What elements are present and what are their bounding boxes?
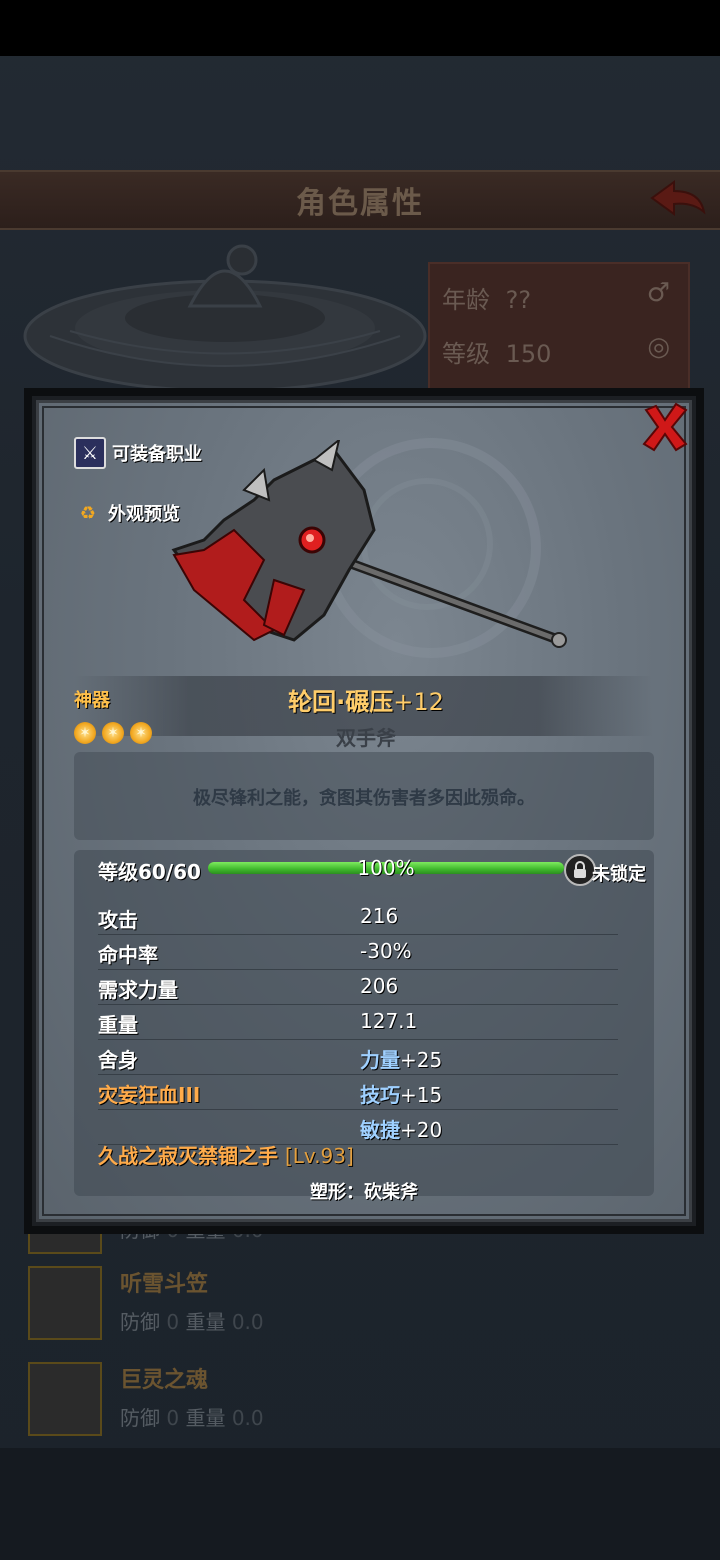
stat-value: 206 (360, 974, 399, 998)
back-arrow-icon[interactable] (648, 178, 708, 218)
defense-label: 防御 (120, 1406, 160, 1430)
level-progress-text: 100% (357, 856, 415, 880)
stat-label: 需求力量 (98, 978, 178, 1002)
padlock-icon (574, 861, 586, 878)
enhance-level: +12 (393, 688, 444, 716)
item-name: 巨灵之魂 (120, 1368, 209, 1393)
character-info-panel: 年龄 ?? ♂ 等级 150 ◎ (428, 262, 690, 406)
item-name: 听雪斗笠 (120, 1272, 209, 1297)
stat-value: -30% (360, 939, 412, 963)
defense-label: 防御 (120, 1310, 160, 1334)
set-name: 久战之寂灭禁锢之手 (98, 1144, 278, 1168)
skill-row: 舍身 力量+25 (98, 1040, 618, 1075)
skill-attr: 力量 (360, 1048, 400, 1072)
stat-label: 命中率 (98, 943, 158, 967)
defense-value: 0 (166, 1310, 180, 1334)
skill-attr: 敏捷 (360, 1118, 400, 1142)
weight-value: 0.0 (231, 1406, 264, 1430)
item-thumbnail (28, 1362, 102, 1436)
defense-value: 0 (166, 1406, 180, 1430)
star-icon: ✶ (102, 722, 124, 744)
description-box: 极尽锋利之能，贪图其伤害者多因此殒命。 (74, 752, 654, 840)
level-value-bg: 150 (505, 340, 552, 368)
skill-bonus: +15 (400, 1083, 443, 1107)
list-item[interactable]: 巨灵之魂 防御 0 重量 0.0 (28, 1362, 692, 1442)
stat-label: 攻击 (98, 908, 138, 932)
character-hat-art (23, 244, 427, 393)
age-label: 年龄 (442, 286, 490, 314)
set-info: 久战之寂灭禁锢之手 [Lv.93] (98, 1140, 354, 1169)
stat-row: 命中率 -30% (98, 935, 618, 970)
weapon-axe-art (171, 440, 567, 648)
stat-value: 216 (360, 904, 399, 928)
skill-label: 灾妄狂血III (98, 1083, 201, 1107)
weight-label: 重量 (185, 1406, 226, 1430)
weapon-name: 轮回·碾压+12 (186, 682, 546, 717)
skill-bonus: +25 (400, 1048, 443, 1072)
status-bar (0, 0, 720, 56)
lock-status-label[interactable]: 未锁定 (592, 860, 646, 886)
skill-row: 灾妄狂血III 技巧+15 (98, 1075, 618, 1110)
list-item[interactable]: 听雪斗笠 防御 0 重量 0.0 (28, 1266, 692, 1346)
stat-row: 需求力量 206 (98, 970, 618, 1005)
ring-icon: ◎ (647, 332, 670, 362)
page-title: 角色属性 (296, 186, 424, 221)
skill-attr: 技巧 (360, 1083, 400, 1107)
close-icon[interactable] (638, 400, 692, 454)
male-icon: ♂ (646, 278, 670, 308)
item-level-label: 等级60/60 (98, 860, 201, 884)
description-text: 极尽锋利之能，贪图其伤害者多因此殒命。 (193, 788, 535, 809)
stat-row: 重量 127.1 (98, 1005, 618, 1040)
weapon-type: 双手斧 (336, 726, 396, 750)
star-icon: ✶ (130, 722, 152, 744)
level-label-bg: 等级 (442, 340, 490, 368)
stat-row: 攻击 216 (98, 900, 618, 935)
age-value: ?? (505, 286, 532, 314)
stat-value: 127.1 (360, 1009, 418, 1033)
bottom-bar (0, 1448, 720, 1560)
weight-value: 0.0 (231, 1310, 264, 1334)
crossed-swords-icon: ⚔ (74, 437, 106, 469)
star-rating: ✶ ✶ ✶ (74, 722, 152, 744)
star-icon: ✶ (74, 722, 96, 744)
item-detail-modal: ⚔ 可装备职业 ♻ 外观预览 神器 ✶ ✶ ✶ 轮回·碾压+12 双手斧 极尽锋… (32, 396, 696, 1226)
weight-label: 重量 (185, 1310, 226, 1334)
item-thumbnail (28, 1266, 102, 1340)
rarity-label: 神器 (74, 690, 110, 711)
weapon-name-text: 轮回·碾压 (288, 688, 394, 716)
skill-bonus: +20 (400, 1118, 443, 1142)
skill-label: 舍身 (98, 1048, 138, 1072)
stat-label: 重量 (98, 1013, 138, 1037)
reshape-info: 塑形：砍柴斧 (310, 1182, 418, 1203)
set-level: [Lv.93] (284, 1144, 354, 1168)
hanger-icon: ♻ (79, 502, 97, 524)
